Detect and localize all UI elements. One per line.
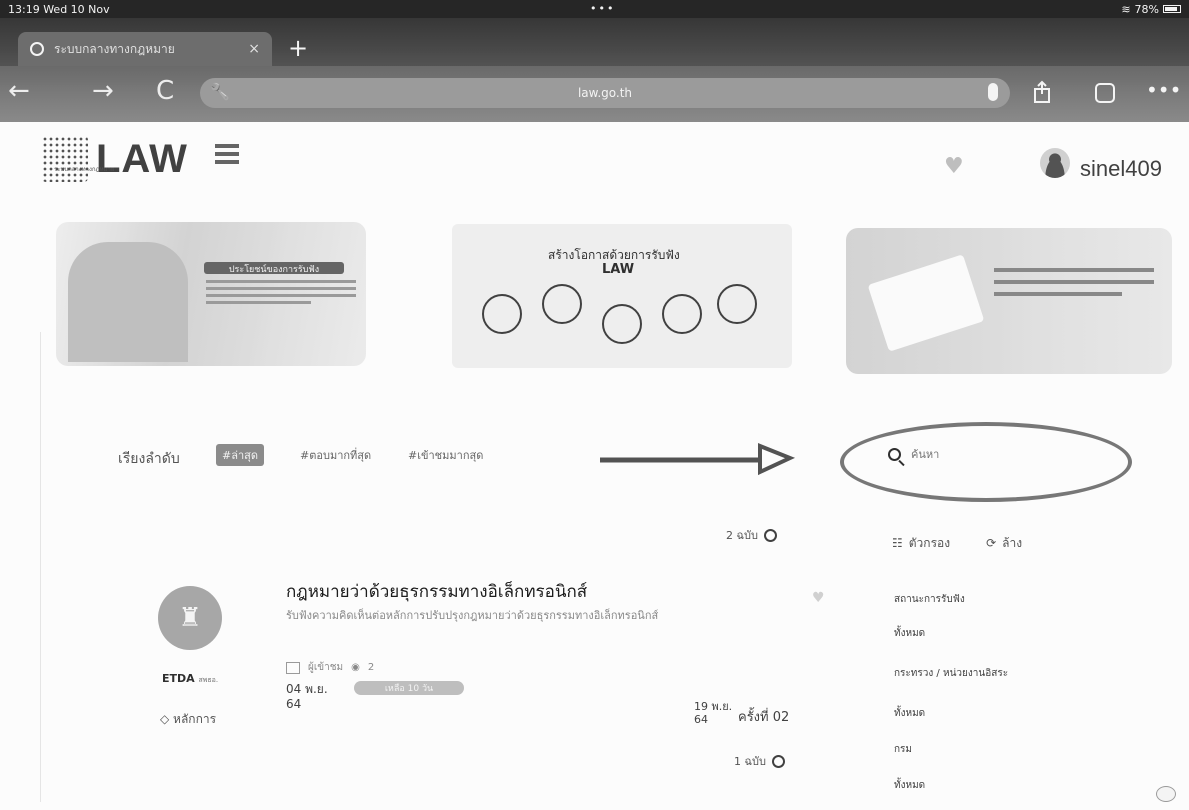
close-tab-icon[interactable]: × — [248, 41, 260, 57]
start-date-text: 04 พ.ย. — [286, 682, 328, 696]
microphone-icon[interactable] — [988, 83, 998, 101]
filter-ministry-title: กระทรวง / หน่วยงานอิสระ — [894, 668, 1009, 679]
start-date: 04 พ.ย. 64 — [286, 682, 328, 712]
filter-department-title: กรม — [894, 744, 913, 755]
filter-status-select[interactable]: ทั้งหมด — [894, 626, 925, 641]
banner-tag: ประโยชน์ของการรับฟัง — [204, 262, 344, 275]
chat-bubble-icon[interactable] — [1156, 786, 1176, 802]
banner-documents[interactable] — [846, 228, 1172, 374]
sort-latest-chip[interactable]: #ล่าสุด — [216, 444, 264, 466]
logo-dots-icon — [42, 136, 88, 182]
principle-link[interactable]: ◇ หลักการ — [160, 710, 216, 729]
reload-button[interactable]: C — [156, 76, 174, 106]
card-title[interactable]: กฎหมายว่าด้วยธุรกรรมทางอิเล็กทรอนิกส์ — [286, 578, 587, 605]
clear-button[interactable]: ⟳ ล้าง — [986, 534, 1022, 553]
principle-label: หลักการ — [173, 712, 217, 726]
start-year-text: 64 — [286, 697, 302, 711]
sort-most-viewed-chip[interactable]: #เข้าชมมากสุด — [402, 444, 489, 466]
end-date: 19 พ.ย. 64 — [694, 700, 732, 726]
sort-most-answered-chip[interactable]: #ตอบมากที่สุด — [294, 444, 377, 466]
search-field[interactable] — [888, 448, 1071, 461]
address-bar[interactable]: 🔧 law.go.th — [200, 78, 1010, 108]
search-input[interactable] — [911, 448, 1071, 461]
new-tab-button[interactable]: + — [288, 34, 308, 62]
organization-sub: สพธอ. — [198, 676, 219, 684]
banner-opportunity[interactable]: สร้างโอกาสด้วยการรับฟัง LAW — [452, 224, 792, 368]
battery-indicator: ≋ 78% — [1121, 3, 1181, 16]
hand-drawn-arrow — [600, 443, 796, 476]
tabs-overview-icon[interactable] — [1094, 82, 1116, 104]
web-page: LAW ระบบกลางทางกฎหมาย ♥ sinel409 ประโยชน… — [0, 122, 1189, 810]
browser-toolbar: ← → C 🔧 law.go.th ••• — [0, 66, 1189, 122]
organization-avatar: ♜ — [158, 586, 222, 650]
battery-icon — [1163, 5, 1181, 13]
banner-illustration — [472, 284, 772, 364]
share-icon[interactable] — [1032, 80, 1052, 104]
battery-percent: 78% — [1134, 2, 1159, 16]
page-divider — [40, 332, 41, 802]
search-icon — [888, 448, 901, 461]
banner-text-lines — [994, 268, 1154, 304]
clock-icon[interactable] — [763, 528, 777, 542]
round-number: ครั้งที่ 02 — [738, 710, 790, 725]
banner-logo: LAW — [602, 262, 635, 277]
favorite-icon[interactable]: ♥ — [944, 154, 964, 179]
filter-department-select[interactable]: ทั้งหมด — [894, 778, 925, 793]
bookmark-icon[interactable]: ♥ — [812, 590, 825, 606]
url-text: law.go.th — [577, 86, 633, 100]
forward-button[interactable]: → — [92, 76, 114, 106]
multitask-dots[interactable]: ••• — [590, 2, 615, 15]
result-count-text: 1 ฉบับ — [734, 755, 766, 768]
filter-status-title: สถานะการรับฟัง — [894, 594, 965, 605]
filter-header: ☷ ตัวกรอง ⟳ ล้าง — [892, 534, 1022, 553]
filter-button[interactable]: ☷ ตัวกรอง — [892, 534, 950, 553]
banner-document-image — [867, 254, 985, 352]
card-description: รับฟังความคิดเห็นต่อหลักการปรับปรุงกฎหมา… — [286, 609, 659, 622]
organization-abbr: ETDA — [162, 672, 195, 685]
clear-label: ล้าง — [1002, 536, 1023, 550]
more-icon[interactable]: ••• — [1146, 78, 1181, 102]
status-time: 13:19 Wed 10 Nov — [8, 2, 110, 16]
result-count-bottom: 1 ฉบับ — [734, 752, 785, 770]
user-avatar[interactable] — [1040, 148, 1070, 178]
logo-text: LAW — [96, 136, 188, 181]
filter-label: ตัวกรอง — [908, 536, 951, 550]
filter-ministry-select[interactable]: ทั้งหมด — [894, 706, 925, 721]
organization-name: ETDA สพธอ. — [162, 672, 218, 686]
wifi-icon: ≋ — [1121, 2, 1131, 16]
status-bar: 13:19 Wed 10 Nov ••• ≋ 78% — [0, 0, 1189, 18]
wrench-icon: 🔧 — [210, 82, 230, 101]
clock-icon[interactable] — [771, 754, 785, 768]
card-views: ผู้เข้าชม ◉ 2 — [286, 660, 374, 675]
result-count-top: 2 ฉบับ — [726, 526, 777, 544]
browser-tab[interactable]: ระบบกลางทางกฎหมาย × — [18, 32, 272, 66]
username[interactable]: sinel409 — [1080, 156, 1162, 182]
status-badge: เหลือ 10 วัน — [354, 681, 464, 695]
end-year-text: 64 — [694, 713, 708, 726]
site-logo[interactable]: LAW — [42, 136, 188, 182]
annotation-circle — [840, 422, 1132, 502]
logo-subtitle: ระบบกลางทางกฎหมาย — [54, 166, 115, 173]
browser-tab-bar: ระบบกลางทางกฎหมาย × + — [0, 18, 1189, 66]
tab-title: ระบบกลางทางกฎหมาย — [54, 41, 175, 56]
banner-text-lines — [206, 280, 356, 308]
refresh-icon: ⟳ — [986, 536, 997, 550]
banner-person-image — [68, 242, 188, 362]
menu-icon[interactable] — [215, 144, 239, 168]
document-icon — [286, 661, 300, 674]
globe-icon — [30, 42, 44, 56]
banner-benefits[interactable]: ประโยชน์ของการรับฟัง — [56, 222, 366, 366]
back-button[interactable]: ← — [8, 76, 30, 106]
end-date-text: 19 พ.ย. — [694, 700, 733, 713]
result-count-text: 2 ฉบับ — [726, 529, 758, 542]
eye-icon: ◉ — [351, 662, 360, 673]
views-label: ผู้เข้าชม — [308, 662, 344, 673]
filter-icon: ☷ — [892, 536, 903, 550]
views-value: 2 — [367, 662, 375, 673]
sort-label: เรียงลำดับ — [118, 451, 180, 467]
